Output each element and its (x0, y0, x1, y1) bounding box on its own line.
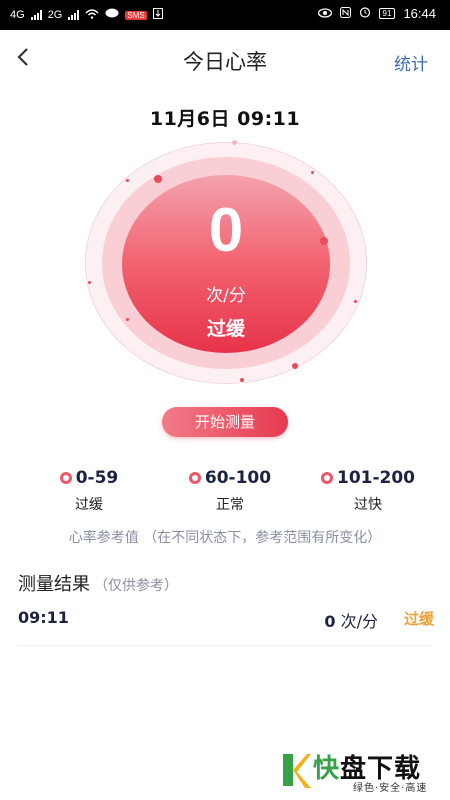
decor-dot (126, 179, 129, 182)
heart-rate-status: 过缓 (206, 318, 245, 340)
result-value-group: 0 次/分 (324, 608, 378, 632)
result-row[interactable]: 09:11 0 次/分 过缓 (18, 608, 434, 632)
decor-dot (292, 363, 298, 369)
status-bar: 4G 2G SMS 91 16:44 (0, 0, 450, 30)
results-title-text: 测量结果 (18, 574, 90, 595)
notification-badge: SMS (125, 10, 147, 20)
measurement-datetime: 11月6日 09:11 (149, 108, 301, 130)
result-status: 过缓 (403, 610, 434, 628)
range-label: 过快 (354, 497, 382, 513)
signal-icon-2 (68, 10, 80, 20)
heart-rate-value: 0 (208, 196, 244, 265)
range-value: 0-59 (75, 468, 119, 488)
divider (18, 645, 432, 646)
eye-icon (317, 6, 332, 21)
circle-icon (188, 472, 201, 484)
range-normal: 60-100 正常 (178, 468, 282, 514)
range-slow: 0-59 过缓 (44, 468, 134, 514)
result-value: 0 (324, 612, 336, 631)
network-type-1: 4G (10, 9, 25, 21)
battery-icon: 91 (378, 8, 396, 19)
watermark-green: 快 (313, 754, 341, 784)
reference-note: 心率参考值 （在不同状态下，参考范围有所变化） (68, 530, 382, 546)
circle-icon (59, 472, 72, 484)
range-value: 101-200 (336, 468, 416, 488)
results-subtitle: （仅供参考） (94, 578, 178, 594)
result-unit: 次/分 (340, 612, 378, 631)
results-title: 测量结果 （仅供参考） (18, 570, 178, 596)
decor-dot (311, 171, 314, 174)
reference-ranges: 0-59 过缓 60-100 正常 101-200 过快 (0, 468, 450, 518)
result-time: 09:11 (18, 608, 69, 627)
clock: 16:44 (403, 6, 436, 21)
network-type-2: 2G (47, 9, 63, 21)
decor-dot (232, 140, 237, 145)
watermark-slogan: 绿色·安全·高速 (353, 783, 428, 794)
range-value: 60-100 (204, 468, 272, 488)
signal-icon (30, 10, 42, 20)
circle-icon (320, 472, 333, 484)
decor-dot (240, 378, 244, 382)
page-title: 今日心率 (183, 50, 267, 74)
download-icon (152, 8, 163, 22)
message-icon (105, 8, 119, 22)
range-fast: 101-200 过快 (312, 468, 424, 514)
range-label: 过缓 (75, 497, 103, 513)
wifi-icon (85, 8, 99, 22)
start-measure-button[interactable]: 开始测量 (162, 407, 288, 437)
app-header: 今日心率 统计 (0, 30, 450, 92)
range-label: 正常 (216, 497, 244, 513)
logo-k-icon (283, 754, 311, 788)
nfc-icon (339, 6, 351, 21)
decor-dot (154, 175, 162, 183)
heart-rate-unit: 次/分 (206, 286, 246, 306)
watermark-logo: 快盘下载 绿色·安全·高速 (281, 748, 445, 796)
heart-rate-gauge: 0 次/分 过缓 (86, 140, 366, 383)
stats-button[interactable]: 统计 (394, 50, 428, 75)
alarm-icon (359, 6, 371, 21)
